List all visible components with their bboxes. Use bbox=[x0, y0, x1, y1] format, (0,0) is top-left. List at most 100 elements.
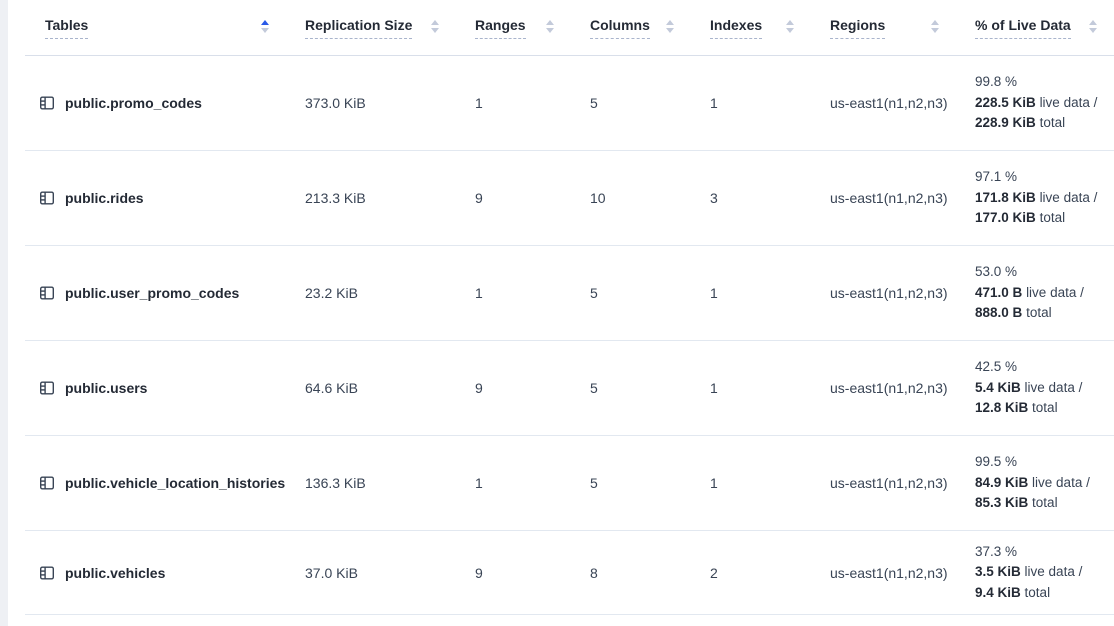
regions-cell: us-east1(n1,n2,n3) bbox=[810, 565, 955, 581]
table-icon bbox=[39, 285, 55, 301]
sort-arrows-icon[interactable] bbox=[1089, 20, 1097, 33]
table-name-link[interactable]: public.promo_codes bbox=[65, 95, 202, 111]
regions-cell: us-east1(n1,n2,n3) bbox=[810, 475, 955, 491]
replication-size-cell: 373.0 KiB bbox=[285, 95, 455, 111]
replication-size-cell: 136.3 KiB bbox=[285, 475, 455, 491]
sort-arrows-icon[interactable] bbox=[261, 20, 269, 33]
table-name-cell[interactable]: public.promo_codes bbox=[25, 95, 285, 111]
live-data-cell: 42.5 % 5.4 KiB live data / 12.8 KiB tota… bbox=[955, 357, 1113, 419]
live-data-cell: 53.0 % 471.0 B live data / 888.0 B total bbox=[955, 262, 1113, 324]
indexes-cell: 1 bbox=[690, 380, 810, 396]
table-name-link[interactable]: public.rides bbox=[65, 190, 144, 206]
table-name-cell[interactable]: public.users bbox=[25, 380, 285, 396]
column-header-label: % of Live Data bbox=[975, 17, 1071, 39]
live-size-line: 3.5 KiB live data / bbox=[975, 562, 1113, 583]
table-body: public.promo_codes 373.0 KiB 1 5 1 us-ea… bbox=[25, 56, 1114, 615]
live-size-line: 171.8 KiB live data / bbox=[975, 188, 1113, 209]
live-size-suffix: live data / bbox=[1025, 564, 1083, 579]
columns-cell: 5 bbox=[570, 95, 690, 111]
indexes-cell: 1 bbox=[690, 285, 810, 301]
total-size-value: 177.0 KiB bbox=[975, 210, 1036, 225]
live-size-suffix: live data / bbox=[1032, 475, 1090, 490]
column-header-regions[interactable]: Regions bbox=[810, 0, 955, 55]
table-name-link[interactable]: public.users bbox=[65, 380, 147, 396]
sort-down-icon bbox=[1089, 28, 1097, 33]
indexes-cell: 2 bbox=[690, 565, 810, 581]
ranges-cell: 1 bbox=[455, 285, 570, 301]
columns-cell: 5 bbox=[570, 380, 690, 396]
column-header-tables[interactable]: Tables bbox=[25, 0, 285, 55]
table-name-link[interactable]: public.vehicles bbox=[65, 565, 165, 581]
column-header-ranges[interactable]: Ranges bbox=[455, 0, 570, 55]
regions-cell: us-east1(n1,n2,n3) bbox=[810, 95, 955, 111]
tables-list-table: Tables Replication Size Ranges Columns I… bbox=[8, 0, 1114, 626]
live-percent: 42.5 % bbox=[975, 357, 1113, 378]
live-size-value: 171.8 KiB bbox=[975, 190, 1036, 205]
total-size-line: 12.8 KiB total bbox=[975, 398, 1113, 419]
live-size-suffix: live data / bbox=[1026, 285, 1084, 300]
sort-arrows-icon[interactable] bbox=[786, 20, 794, 33]
table-row[interactable]: public.vehicle_location_histories 136.3 … bbox=[25, 436, 1114, 531]
column-header-live-data[interactable]: % of Live Data bbox=[955, 0, 1113, 55]
live-data-cell: 97.1 % 171.8 KiB live data / 177.0 KiB t… bbox=[955, 167, 1113, 229]
table-row[interactable]: public.vehicles 37.0 KiB 9 8 2 us-east1(… bbox=[25, 531, 1114, 615]
ranges-cell: 1 bbox=[455, 95, 570, 111]
column-header-replication-size[interactable]: Replication Size bbox=[285, 0, 455, 55]
live-size-line: 228.5 KiB live data / bbox=[975, 93, 1113, 114]
replication-size-cell: 23.2 KiB bbox=[285, 285, 455, 301]
sort-arrows-icon[interactable] bbox=[931, 20, 939, 33]
total-size-line: 9.4 KiB total bbox=[975, 583, 1113, 604]
live-percent: 37.3 % bbox=[975, 542, 1113, 563]
table-icon bbox=[39, 475, 55, 491]
sort-up-icon bbox=[261, 20, 269, 25]
sort-up-icon bbox=[1089, 20, 1097, 25]
column-header-label: Indexes bbox=[710, 17, 762, 39]
live-percent: 53.0 % bbox=[975, 262, 1113, 283]
table-name-link[interactable]: public.vehicle_location_histories bbox=[65, 475, 285, 491]
total-size-value: 85.3 KiB bbox=[975, 495, 1028, 510]
sort-up-icon bbox=[546, 20, 554, 25]
table-header-row: Tables Replication Size Ranges Columns I… bbox=[25, 0, 1114, 56]
total-size-suffix: total bbox=[1026, 305, 1052, 320]
table-name-cell[interactable]: public.rides bbox=[25, 190, 285, 206]
column-header-columns[interactable]: Columns bbox=[570, 0, 690, 55]
total-size-value: 9.4 KiB bbox=[975, 585, 1021, 600]
total-size-suffix: total bbox=[1040, 210, 1066, 225]
indexes-cell: 1 bbox=[690, 475, 810, 491]
live-size-value: 471.0 B bbox=[975, 285, 1022, 300]
sort-arrows-icon[interactable] bbox=[666, 20, 674, 33]
columns-cell: 10 bbox=[570, 190, 690, 206]
table-row[interactable]: public.user_promo_codes 23.2 KiB 1 5 1 u… bbox=[25, 246, 1114, 341]
total-size-suffix: total bbox=[1032, 495, 1058, 510]
regions-cell: us-east1(n1,n2,n3) bbox=[810, 285, 955, 301]
total-size-suffix: total bbox=[1032, 400, 1058, 415]
live-size-value: 5.4 KiB bbox=[975, 380, 1021, 395]
total-size-value: 12.8 KiB bbox=[975, 400, 1028, 415]
sort-down-icon bbox=[666, 28, 674, 33]
table-icon bbox=[39, 565, 55, 581]
column-header-label: Ranges bbox=[475, 17, 526, 39]
table-name-cell[interactable]: public.vehicle_location_histories bbox=[25, 475, 285, 491]
sort-arrows-icon[interactable] bbox=[431, 20, 439, 33]
table-row[interactable]: public.promo_codes 373.0 KiB 1 5 1 us-ea… bbox=[25, 56, 1114, 151]
table-row[interactable]: public.users 64.6 KiB 9 5 1 us-east1(n1,… bbox=[25, 341, 1114, 436]
sort-arrows-icon[interactable] bbox=[546, 20, 554, 33]
sort-up-icon bbox=[931, 20, 939, 25]
live-percent: 99.5 % bbox=[975, 452, 1113, 473]
sort-down-icon bbox=[261, 28, 269, 33]
table-name-cell[interactable]: public.user_promo_codes bbox=[25, 285, 285, 301]
column-header-indexes[interactable]: Indexes bbox=[690, 0, 810, 55]
replication-size-cell: 64.6 KiB bbox=[285, 380, 455, 396]
sort-up-icon bbox=[666, 20, 674, 25]
sort-down-icon bbox=[931, 28, 939, 33]
total-size-line: 228.9 KiB total bbox=[975, 113, 1113, 134]
live-size-value: 228.5 KiB bbox=[975, 95, 1036, 110]
total-size-value: 888.0 B bbox=[975, 305, 1022, 320]
total-size-line: 888.0 B total bbox=[975, 303, 1113, 324]
table-name-cell[interactable]: public.vehicles bbox=[25, 565, 285, 581]
table-row[interactable]: public.rides 213.3 KiB 9 10 3 us-east1(n… bbox=[25, 151, 1114, 246]
table-name-link[interactable]: public.user_promo_codes bbox=[65, 285, 239, 301]
total-size-suffix: total bbox=[1040, 115, 1066, 130]
live-size-line: 471.0 B live data / bbox=[975, 283, 1113, 304]
replication-size-cell: 213.3 KiB bbox=[285, 190, 455, 206]
